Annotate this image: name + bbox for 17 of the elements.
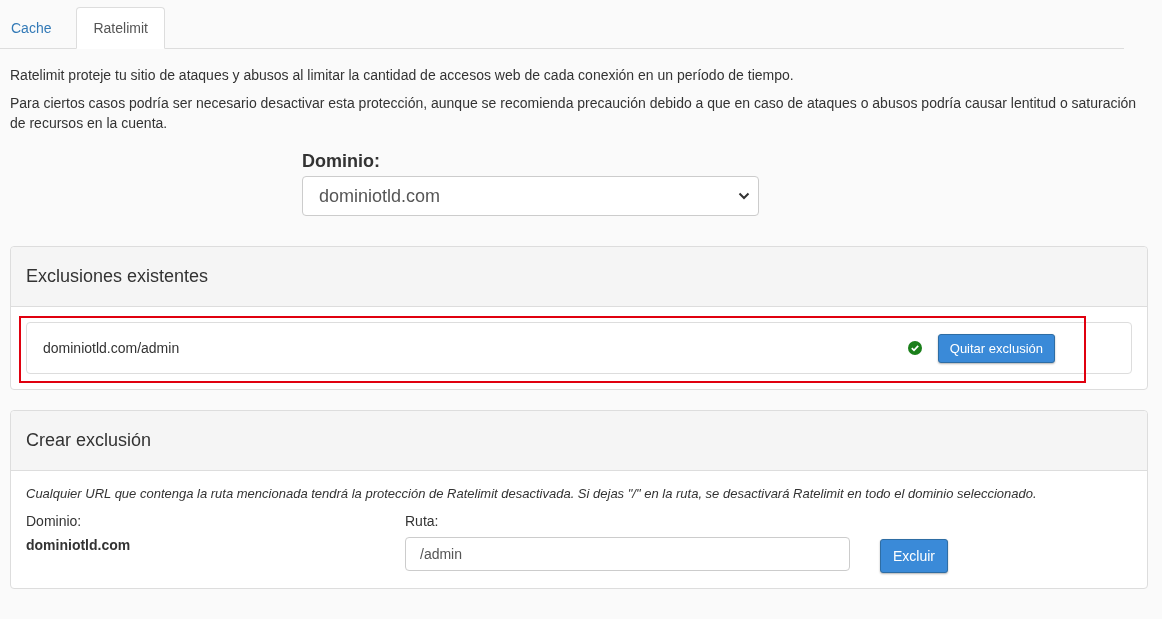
exclusion-path: dominiotld.com/admin (43, 340, 181, 356)
exclude-button[interactable]: Excluir (880, 539, 948, 573)
help-text: Cualquier URL que contenga la ruta mencionada tendrá la protección de Ratelimit desactivada. Si dejas "/" en la ruta, se desactivará Ratelimit en todo el dominio seleccionado. (26, 486, 1038, 501)
panel-title: Exclusiones existentes (11, 247, 1147, 307)
domain-label: Dominio: (26, 513, 83, 529)
chevron-down-icon (738, 192, 750, 200)
path-input[interactable]: /admin (405, 537, 850, 571)
intro-text: Para ciertos casos podría ser necesario desactivar esta protección, aunque se recomienda precaución debido a que en caso de ataques o abusos podría causar lentitud o saturación de recursos en la cuenta. (10, 94, 1138, 133)
intro-text: Ratelimit proteje tu sitio de ataques y abusos al limitar la cantidad de accesos web de cada conexión en un período de tiempo. (10, 66, 795, 85)
remove-exclusion-button[interactable]: Quitar exclusión (937, 333, 1055, 363)
domain-label: Dominio: (302, 151, 380, 172)
tab[interactable]: Cache (0, 7, 69, 49)
path-label: Ruta: (405, 513, 440, 529)
domain-value: dominiotld.com (26, 537, 132, 553)
panel-title: Crear exclusión (11, 411, 1147, 471)
domain-select[interactable]: dominiotld.com (302, 176, 759, 216)
tab[interactable]: Ratelimit (76, 7, 165, 49)
